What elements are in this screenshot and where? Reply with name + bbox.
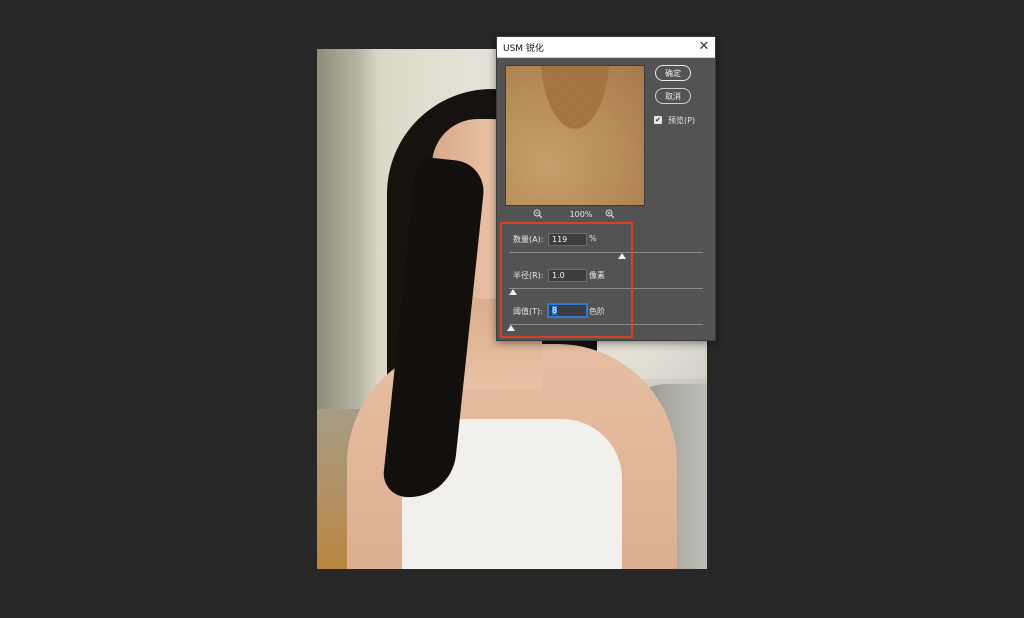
radius-slider-thumb[interactable]: [508, 289, 517, 295]
usm-sharpen-dialog: USM 锐化 ✕ 100% 确定 取消 ✔ 预览(P) 数量(A): 119 %…: [496, 36, 716, 341]
amount-unit: %: [589, 234, 597, 243]
threshold-input[interactable]: 8: [548, 304, 587, 317]
threshold-value-selected: 8: [552, 306, 558, 315]
preview-checkbox-label: 预览(P): [668, 115, 696, 125]
cancel-button[interactable]: 取消: [655, 88, 691, 104]
radius-slider-track[interactable]: [509, 288, 703, 289]
amount-slider-thumb[interactable]: [617, 253, 626, 259]
amount-slider-track[interactable]: [509, 252, 703, 253]
dialog-title: USM 锐化: [503, 44, 544, 54]
amount-label: 数量(A):: [513, 235, 544, 244]
checkbox-checked-icon[interactable]: ✔: [654, 116, 662, 124]
radius-label: 半径(R):: [513, 271, 544, 280]
zoom-controls: 100%: [505, 209, 645, 223]
threshold-slider-thumb[interactable]: [507, 325, 515, 331]
zoom-level: 100%: [569, 210, 593, 219]
radius-input[interactable]: 1.0: [548, 269, 587, 282]
preview-checkbox[interactable]: ✔ 预览(P): [654, 114, 695, 126]
filter-preview-image[interactable]: [505, 65, 645, 206]
radius-unit: 像素: [589, 271, 605, 280]
zoom-out-icon[interactable]: [533, 209, 543, 222]
zoom-in-icon[interactable]: [605, 209, 615, 222]
amount-input[interactable]: 119: [548, 233, 587, 246]
threshold-slider-track[interactable]: [509, 324, 703, 325]
threshold-label: 阈值(T):: [513, 307, 543, 316]
threshold-unit: 色阶: [589, 307, 605, 316]
dialog-titlebar[interactable]: USM 锐化 ✕: [497, 37, 715, 58]
ok-button[interactable]: 确定: [655, 65, 691, 81]
close-icon[interactable]: ✕: [697, 39, 711, 53]
